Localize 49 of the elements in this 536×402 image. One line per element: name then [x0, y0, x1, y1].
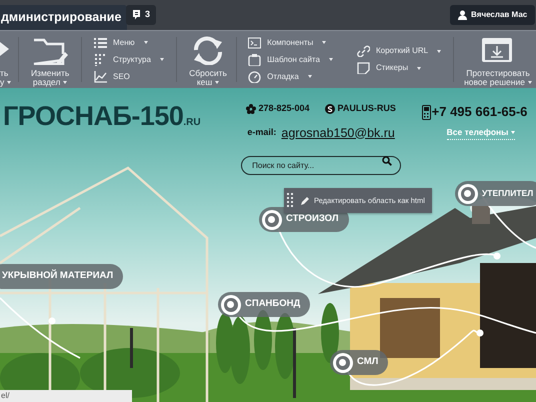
pencil-icon	[301, 196, 310, 205]
phone-number: +7 495 661-65-6	[432, 103, 528, 121]
user-icon	[458, 10, 467, 20]
gauge-icon	[248, 70, 262, 82]
toolbar-button[interactable]: Протестировать новое решение	[460, 31, 536, 88]
chart-icon	[94, 70, 107, 82]
toolbar-menu-item[interactable]: Стикеры	[356, 61, 442, 75]
notifications-button[interactable]: 3	[126, 5, 156, 25]
icq-number: 278-825-004	[258, 102, 310, 115]
admin-mode-tab[interactable]: дминистрирование	[0, 5, 128, 30]
ring-marker-icon	[333, 352, 353, 372]
toolbar-menu-item[interactable]: Шаблон сайта	[248, 52, 333, 66]
toolbar-button[interactable]: ть у	[0, 31, 12, 88]
folder-edit-icon	[31, 36, 70, 65]
toolbar-menu-item[interactable]: Отладка	[248, 70, 333, 84]
terminal-icon	[248, 36, 262, 48]
toolbar-menu-item[interactable]: Структура	[94, 52, 164, 66]
skype-icon	[325, 104, 336, 114]
hotspot-label[interactable]: УТЕПЛИТЕЛ	[455, 181, 536, 206]
toolbar-button[interactable]: Сбросить кеш	[182, 31, 234, 88]
phone-icon	[422, 104, 431, 120]
toolbar-button[interactable]: Изменить раздел	[25, 31, 76, 88]
ring-marker-icon	[262, 210, 282, 230]
list-icon	[94, 36, 107, 48]
drag-handle-icon[interactable]	[287, 192, 293, 210]
note-icon	[356, 62, 370, 74]
site-logo[interactable]: ГРОСНАБ-150.RU	[3, 102, 201, 172]
toolbar-menu-item[interactable]: SEO	[94, 70, 164, 84]
clipboard-icon	[248, 54, 262, 66]
ring-marker-icon	[221, 294, 241, 314]
toolbar-menu-item[interactable]: Компоненты	[248, 36, 333, 50]
email-link[interactable]: agrosnab150@bk.ru	[281, 124, 395, 142]
hotspot-label[interactable]: УКРЫВНОЙ МАТЕРИАЛ	[0, 264, 124, 289]
link-icon	[356, 45, 370, 57]
search-field[interactable]: Поиск по сайту...	[241, 156, 402, 176]
toolbar-menu-item[interactable]: Короткий URL	[356, 44, 442, 58]
email-label: e-mail:	[247, 126, 276, 140]
dots-grid-icon	[94, 54, 107, 66]
notification-icon	[132, 10, 141, 20]
flower-icon	[246, 104, 256, 114]
hotspot-label[interactable]: СМЛ	[330, 350, 388, 375]
ring-marker-icon	[458, 184, 478, 204]
hotspot-label[interactable]: СПАНБОНД	[218, 292, 310, 317]
skype-name: PAULUS-RUS	[337, 102, 396, 115]
user-menu-button[interactable]: Вячеслав Мас	[450, 5, 535, 25]
search-icon	[382, 156, 392, 166]
status-bar-url: el/	[0, 390, 132, 402]
toolbar-menu-item[interactable]: Меню	[94, 36, 164, 50]
all-phones-link[interactable]: Все телефоны	[446, 126, 516, 140]
